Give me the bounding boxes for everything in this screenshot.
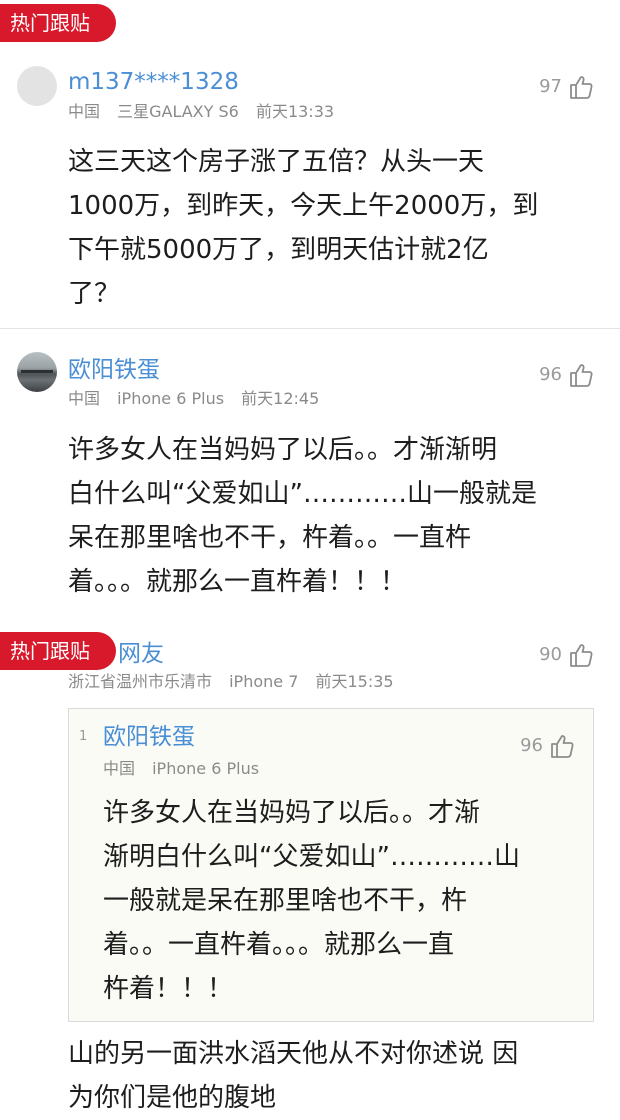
comment-device: iPhone 6 Plus	[117, 389, 225, 408]
avatar[interactable]	[17, 66, 57, 106]
like-button[interactable]: 90	[539, 642, 594, 668]
quoted-like-button[interactable]: 96	[520, 733, 575, 759]
comment-text: 这三天这个房子涨了五倍？从头一天 1000万，到昨天，今天上午2000万，到 下…	[68, 147, 539, 309]
comment-location: 中国	[68, 102, 101, 121]
comment-meta: 浙江省温州市乐清市 iPhone 7 前天15:35	[68, 672, 406, 692]
hot-comments-badge: 热门跟贴	[0, 4, 116, 42]
quoted-device: iPhone 6 Plus	[152, 759, 260, 778]
comment-username[interactable]: 欧阳铁蛋	[68, 356, 160, 384]
like-count: 96	[539, 364, 562, 385]
divider	[0, 328, 620, 329]
comment-location: 浙江省温州市乐清市	[68, 672, 213, 691]
comment-time: 前天12:45	[241, 389, 320, 408]
quoted-like-count: 96	[520, 735, 543, 756]
avatar[interactable]	[17, 352, 57, 392]
thumbs-up-icon	[570, 76, 593, 99]
hot-comments-badge: 热门跟贴	[0, 632, 116, 670]
comment-username[interactable]: 网友	[118, 640, 164, 668]
like-count: 90	[539, 644, 562, 665]
like-button[interactable]: 97	[539, 74, 594, 100]
comment-meta: 中国 iPhone 6 Plus 前天12:45	[68, 389, 331, 409]
thumbs-up-icon	[570, 364, 593, 387]
quoted-meta: 中国 iPhone 6 Plus	[103, 759, 271, 779]
like-count: 97	[539, 76, 562, 97]
floor-number: 1	[79, 729, 88, 744]
comment-time: 前天15:35	[315, 672, 394, 691]
quoted-location: 中国	[103, 759, 136, 778]
like-button[interactable]: 96	[539, 362, 594, 388]
comment-time: 前天13:33	[255, 102, 335, 121]
comment-text: 山的另一面洪水滔天他从不对你述说 因 为你们是他的腹地	[68, 1039, 519, 1113]
quoted-username[interactable]: 欧阳铁蛋	[103, 723, 195, 751]
comment-meta: 中国 三星GALAXY S6 前天13:33	[68, 102, 346, 122]
quoted-comment[interactable]: 1 欧阳铁蛋 中国 iPhone 6 Plus 96 许多女人在当妈妈了以后。。…	[68, 708, 594, 1022]
comment-text: 许多女人在当妈妈了以后。。才渐渐明 白什么叫“父爱如山”…………山一般就是 呆在…	[68, 435, 537, 597]
thumbs-up-icon	[570, 644, 593, 667]
comment-location: 中国	[68, 389, 101, 408]
quoted-text: 许多女人在当妈妈了以后。。才渐 渐明白什么叫“父爱如山”…………山 一般就是呆在…	[103, 798, 520, 1004]
comment-device: 三星GALAXY S6	[117, 102, 239, 121]
thumbs-up-icon	[551, 735, 574, 758]
comment-device: iPhone 7	[229, 672, 299, 691]
comment-username[interactable]: m137****1328	[68, 68, 239, 96]
